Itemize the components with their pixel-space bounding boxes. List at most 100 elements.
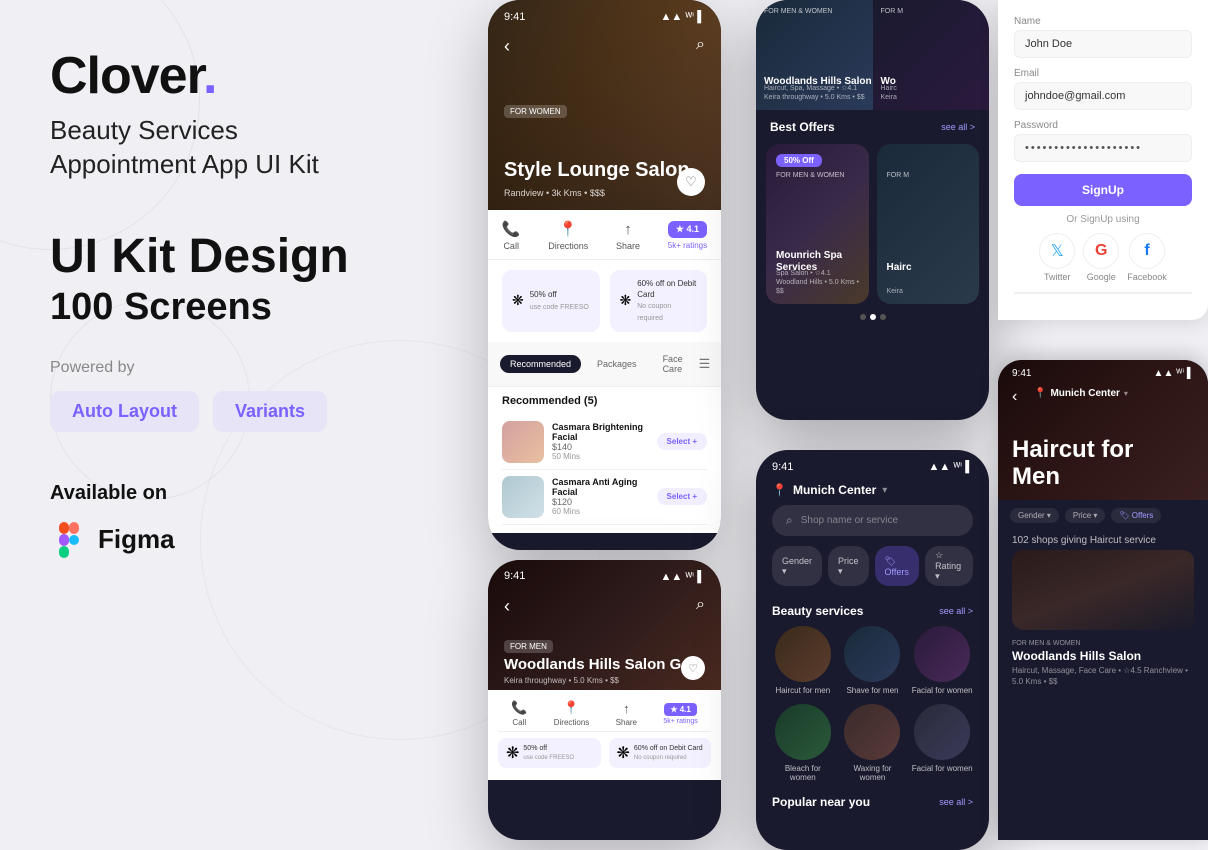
phone3-offer2-sub: Keira — [887, 287, 903, 296]
phone1-select-btn-2[interactable]: Select + — [657, 488, 707, 505]
phone1-rec-name-2: Casmara Anti Aging Facial — [552, 477, 649, 497]
phone2-call[interactable]: 📞 Call — [511, 700, 527, 727]
phone3-offer2-category: FOR M — [887, 172, 910, 179]
phone2-rating-count: 5k+ ratings — [663, 718, 697, 725]
name-field-group: Name John Doe — [1014, 16, 1192, 58]
facebook-login-btn[interactable]: f Facebook — [1127, 233, 1167, 282]
tag-variants[interactable]: Variants — [213, 391, 327, 432]
filter-offers[interactable]: 🏷 Offers — [875, 546, 920, 586]
phone1-rec-item-1: Casmara Brightening Facial $140 50 Mins … — [502, 415, 707, 470]
munich-back-button[interactable]: ‹ — [1012, 388, 1017, 406]
service-img-facial — [914, 626, 970, 682]
phone3-mounrich-offer[interactable]: 50% Off FOR MEN & WOMEN Mounrich Spa Ser… — [766, 144, 869, 304]
service-img-waxing — [844, 704, 900, 760]
phone4-popular-see-all[interactable]: see all > — [939, 797, 973, 807]
service-bleach-women[interactable]: Bleach for women — [772, 704, 834, 783]
tab-recommended[interactable]: Recommended — [500, 355, 581, 373]
name-label: Name — [1014, 16, 1192, 27]
phone2-hero: 9:41 ▲▲ ᵂⁱ ▌ ‹ ⌕ FOR MEN Woodlands Hills… — [488, 560, 721, 690]
service-facial-women[interactable]: Facial for women — [911, 626, 973, 696]
phone4-filters-row: Gender ▾ Price ▾ 🏷 Offers ☆ Rating ▾ — [756, 546, 989, 596]
location-icon: 📍 — [559, 220, 578, 238]
figma-badge: Figma — [50, 521, 430, 559]
munich-filters-row: Gender ▾ Price ▾ 🏷 Offers — [998, 500, 1208, 531]
phone3-card-wo[interactable]: FOR M Wo HaircKeira — [873, 0, 990, 110]
password-input[interactable]: •••••••••••••••••••• — [1014, 134, 1192, 162]
phone4-signal: ▲▲ ᵂⁱ ▌ — [929, 460, 974, 473]
offer-icon-1: ❋ — [512, 292, 524, 309]
signup-button[interactable]: SignUp — [1014, 174, 1192, 206]
phone1-search-icon[interactable]: ⌕ — [696, 36, 705, 54]
munich-haircut-card: 9:41 ▲▲ ᵂⁱ ▌ ‹ 📍 Munich Center ▾ Haircut… — [998, 360, 1208, 840]
service-shave-men[interactable]: Shave for men — [842, 626, 904, 696]
phone4-search-placeholder: Shop name or service — [801, 515, 898, 526]
phone2-directions[interactable]: 📍 Directions — [554, 700, 590, 727]
phone2-time: 9:41 — [504, 570, 525, 583]
phone1-back-button[interactable]: ‹ — [504, 36, 510, 57]
phone2-search-icon[interactable]: ⌕ — [696, 596, 705, 614]
email-input[interactable]: johndoe@gmail.com — [1014, 82, 1192, 110]
phone1-actions-bar: 📞 Call 📍 Directions ↑ Share ★ 4.1 5k+ ra… — [488, 210, 721, 260]
phone4-location-text: Munich Center — [793, 483, 876, 497]
tag-auto-layout[interactable]: Auto Layout — [50, 391, 199, 432]
tab-face-care[interactable]: Face Care — [653, 350, 693, 378]
filter-rating[interactable]: ☆ Rating ▾ — [925, 546, 973, 586]
phone2-favorite-button[interactable]: ♡ — [681, 656, 705, 680]
more-options-icon[interactable]: ☰ — [699, 356, 711, 372]
phone1-rec-info-2: Casmara Anti Aging Facial $120 60 Mins — [552, 477, 649, 516]
phone4-see-all[interactable]: see all > — [939, 606, 973, 616]
phone2-offer-2[interactable]: ❋ 60% off on Debit CardNo coupon require… — [609, 738, 712, 768]
service-img-bleach — [775, 704, 831, 760]
phone3-see-all[interactable]: see all > — [941, 122, 975, 132]
phone3-card-woodlands[interactable]: FOR MEN & WOMEN Woodlands Hills Salon Ha… — [756, 0, 873, 110]
service-facial-women-2[interactable]: Facial for women — [911, 704, 973, 783]
phone4-location-row[interactable]: 📍 Munich Center ▾ — [756, 483, 989, 505]
service-waxing-women[interactable]: Waxing for women — [842, 704, 904, 783]
phone2-offer-1[interactable]: ❋ 50% offuse code FREESO — [498, 738, 601, 768]
phone1-directions-action[interactable]: 📍 Directions — [548, 220, 588, 251]
phone2-share[interactable]: ↑ Share — [616, 701, 637, 727]
google-login-btn[interactable]: G Google — [1083, 233, 1119, 282]
phone1-offer-2[interactable]: ❋ 60% off on Debit CardNo coupon require… — [610, 270, 708, 332]
phone1-rec-name-1: Casmara Brightening Facial — [552, 422, 649, 442]
phone2-directions-label: Directions — [554, 718, 590, 727]
feature-tags: Auto Layout Variants — [50, 391, 430, 432]
phone1-salon-name: Style Lounge Salon — [504, 158, 690, 182]
filter-price[interactable]: Price ▾ — [828, 546, 869, 586]
powered-by-label: Powered by — [50, 359, 430, 377]
phone3-best-offers-title: Best Offers — [770, 120, 835, 134]
phone3-offer-cards: 50% Off FOR MEN & WOMEN Mounrich Spa Ser… — [756, 144, 989, 304]
filter-gender[interactable]: Gender ▾ — [772, 546, 822, 586]
phone1-rec-price-1: $140 — [552, 442, 649, 452]
phone3-top-cards: FOR MEN & WOMEN Woodlands Hills Salon Ha… — [756, 0, 989, 110]
phone4-popular-title: Popular near you — [772, 795, 870, 809]
phone2-offer-2-text: 60% off on Debit CardNo coupon required — [634, 744, 703, 763]
munich-location-row[interactable]: 📍 Munich Center ▾ — [1034, 388, 1194, 399]
tab-packages[interactable]: Packages — [587, 355, 647, 373]
phone3-offer1-category: FOR MEN & WOMEN — [776, 172, 844, 179]
ui-kit-screens: 100 Screens — [50, 286, 430, 329]
service-haircut-men[interactable]: Haircut for men — [772, 626, 834, 696]
munich-filter-offers[interactable]: 🏷 Offers — [1111, 508, 1161, 523]
munich-filter-price[interactable]: Price ▾ — [1065, 508, 1105, 523]
phone1-favorite-button[interactable]: ♡ — [677, 168, 705, 196]
phone4-status-bar: 9:41 ▲▲ ᵂⁱ ▌ — [756, 450, 989, 483]
munich-filter-gender[interactable]: Gender ▾ — [1010, 508, 1059, 523]
dot-1 — [860, 314, 866, 320]
phone1-share-action[interactable]: ↑ Share — [616, 221, 640, 251]
phone3-card1-badge: FOR MEN & WOMEN — [764, 8, 832, 15]
phone2-offers-row: ❋ 50% offuse code FREESO ❋ 60% off on De… — [498, 732, 711, 774]
phone1-status-bar: 9:41 ▲▲ ᵂⁱ ▌ — [504, 10, 705, 23]
phone1-offer-1[interactable]: ❋ 50% offuse code FREESO — [502, 270, 600, 332]
twitter-login-btn[interactable]: 𝕏 Twitter — [1039, 233, 1075, 282]
munich-haircut-title: Haircut for Men — [1012, 437, 1133, 490]
phone1-select-btn-1[interactable]: Select + — [657, 433, 707, 450]
dot-2-active — [870, 314, 876, 320]
phone1-call-action[interactable]: 📞 Call — [502, 220, 521, 251]
phone4-search-box[interactable]: ⌕ Shop name or service — [772, 505, 973, 536]
phone3-offer2-card[interactable]: FOR M Hairc Keira — [877, 144, 980, 304]
twitter-icon: 𝕏 — [1039, 233, 1075, 269]
munich-shop-sub: Haircut, Massage, Face Care • ☆4.5 Ranch… — [1012, 665, 1194, 687]
phone2-back-button[interactable]: ‹ — [504, 596, 510, 617]
name-input[interactable]: John Doe — [1014, 30, 1192, 58]
